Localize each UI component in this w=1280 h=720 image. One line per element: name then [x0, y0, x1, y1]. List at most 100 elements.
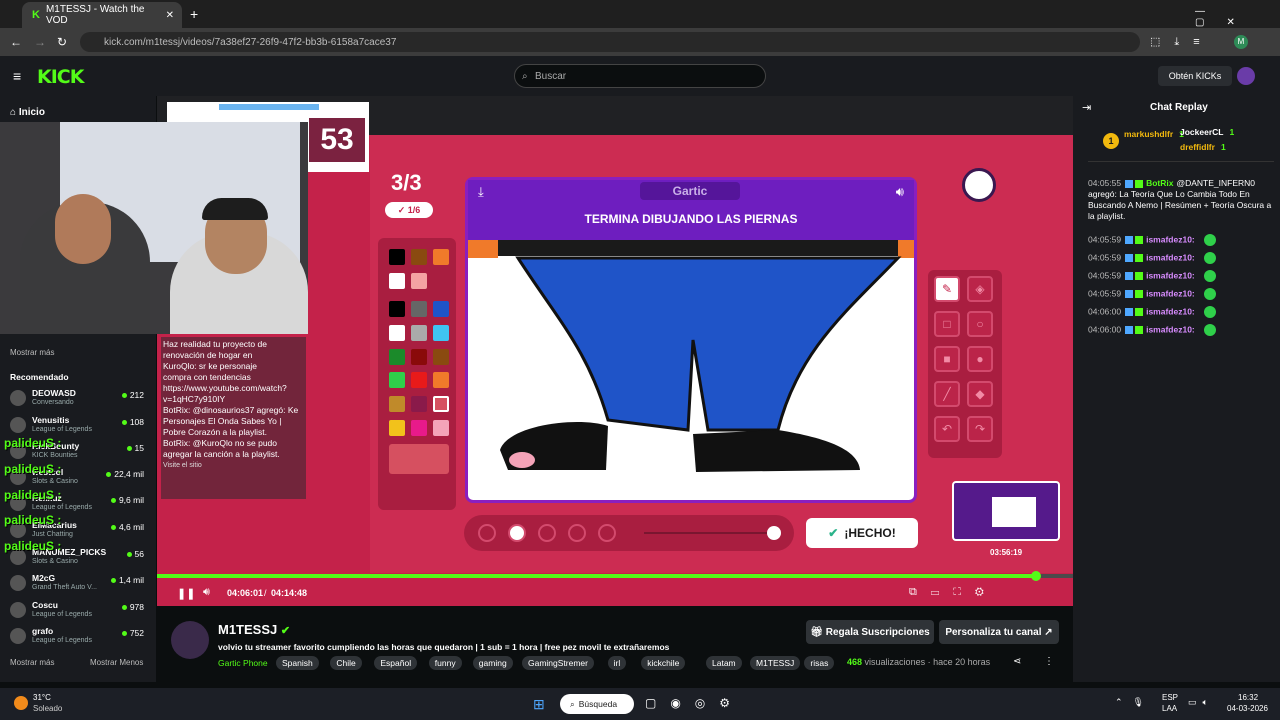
tool-button[interactable]: ◆: [967, 381, 993, 407]
tool-button[interactable]: ↶: [934, 416, 960, 442]
tool-button[interactable]: ●: [967, 346, 993, 372]
url-field[interactable]: kick.com/m1tessj/videos/7a38ef27-26f9-47…: [80, 32, 1140, 52]
chat-username[interactable]: ismafdez10:: [1146, 234, 1195, 244]
stream-tag[interactable]: M1TESSJ: [750, 656, 801, 670]
new-tab-button[interactable]: +: [190, 6, 198, 22]
sidebar-channel[interactable]: Venusitis League of Legends 108: [10, 415, 150, 437]
window-controls[interactable]: —▢✕: [1195, 6, 1280, 28]
done-button[interactable]: ✔ ¡HECHO!: [806, 518, 918, 548]
customize-channel-button[interactable]: Personaliza tu canal ↗: [939, 620, 1059, 644]
sidebar-channel[interactable]: DEOWASD Conversando 212: [10, 388, 150, 410]
reload-icon[interactable]: ↻: [57, 35, 67, 49]
tool-button[interactable]: ■: [934, 346, 960, 372]
taskbar-apps[interactable]: ▢◉◎⚙: [645, 696, 744, 710]
browser-tab[interactable]: K M1TESSJ - Watch the VOD ✕: [22, 2, 182, 28]
color-swatch[interactable]: [411, 301, 427, 317]
show-more-link-top[interactable]: Mostrar más: [10, 348, 54, 357]
color-swatch[interactable]: [389, 249, 405, 265]
profile-avatar[interactable]: M: [1234, 35, 1248, 49]
progress-knob[interactable]: [1031, 571, 1041, 581]
sidebar-channel[interactable]: Coscu League of Legends 978: [10, 600, 150, 622]
close-icon[interactable]: ✕: [166, 10, 174, 21]
color-swatch[interactable]: [389, 325, 405, 341]
brush-slider-track[interactable]: [644, 532, 774, 534]
menu-icon[interactable]: ≡: [13, 68, 21, 84]
user-avatar[interactable]: [1237, 67, 1255, 85]
channel-name[interactable]: M1TESSJ ✔: [218, 622, 290, 637]
color-swatch[interactable]: [433, 301, 449, 317]
color-swatch[interactable]: [389, 301, 405, 317]
tool-button[interactable]: ╱: [934, 381, 960, 407]
color-swatch[interactable]: [433, 396, 449, 412]
clock-time[interactable]: 16:32: [1238, 693, 1258, 702]
brush-size-option[interactable]: [478, 524, 496, 542]
chat-username[interactable]: ismafdez10:: [1146, 288, 1195, 298]
color-swatch[interactable]: [411, 420, 427, 436]
stream-tag[interactable]: Chile: [330, 656, 362, 670]
color-swatch[interactable]: [411, 325, 427, 341]
lang-indicator[interactable]: ESP: [1162, 693, 1178, 702]
color-swatch[interactable]: [389, 273, 405, 289]
stream-tag[interactable]: funny: [428, 656, 462, 670]
chat-username[interactable]: ismafdez10:: [1146, 270, 1195, 280]
top-gifter[interactable]: JockeerCL 1: [1180, 127, 1234, 137]
color-swatch[interactable]: [411, 273, 427, 289]
brush-slider-knob[interactable]: [767, 526, 781, 540]
chat-username[interactable]: ismafdez10:: [1146, 252, 1195, 262]
nav-forward-icon[interactable]: →: [34, 35, 46, 49]
color-swatch[interactable]: [389, 420, 405, 436]
chat-username[interactable]: ismafdez10:: [1146, 306, 1195, 316]
search-input[interactable]: ⌕ Buscar: [514, 64, 766, 88]
color-swatch[interactable]: [389, 396, 405, 412]
color-swatch[interactable]: [411, 372, 427, 388]
stream-tag[interactable]: irl: [607, 656, 627, 670]
clock-date[interactable]: 04-03-2026: [1227, 704, 1268, 713]
stream-tag[interactable]: kickchile: [641, 656, 686, 670]
show-more-link[interactable]: Mostrar más: [10, 658, 54, 667]
stream-tag[interactable]: Spanish: [276, 656, 319, 670]
kick-logo[interactable]: KICK: [37, 66, 84, 88]
volume-icon[interactable]: 🔊︎: [896, 184, 904, 200]
color-swatch[interactable]: [411, 249, 427, 265]
player-settings-icons[interactable]: ⧉▭⛶⚙: [909, 586, 998, 599]
stream-tag[interactable]: GamingStremer: [522, 656, 594, 670]
tool-button[interactable]: ↷: [967, 416, 993, 442]
brush-size-option[interactable]: [508, 524, 526, 542]
sidebar-channel[interactable]: M2cG Grand Theft Auto V... 1,4 mil: [10, 573, 150, 595]
tool-button[interactable]: □: [934, 311, 960, 337]
stream-tag[interactable]: Español: [374, 656, 418, 670]
show-less-link[interactable]: Mostrar Menos: [90, 658, 143, 667]
home-link[interactable]: ⌂ Inicio: [10, 107, 45, 118]
share-icon[interactable]: ⋖: [1013, 656, 1021, 667]
tool-button[interactable]: ○: [967, 311, 993, 337]
tray-network-icons[interactable]: ▭🔈︎: [1188, 697, 1214, 708]
gift-subs-button[interactable]: 🎁︎ Regala Suscripciones: [806, 620, 934, 644]
color-swatch[interactable]: [389, 372, 405, 388]
top-gifter[interactable]: dreffidlfr 1: [1180, 142, 1226, 152]
volume-control-icon[interactable]: 🔊︎: [203, 586, 210, 599]
brush-size-option[interactable]: [568, 524, 586, 542]
chat-username[interactable]: BotRix: [1146, 178, 1173, 188]
stream-tag[interactable]: risas: [804, 656, 835, 670]
get-kicks-button[interactable]: Obtén KICKs: [1158, 66, 1232, 86]
color-swatch[interactable]: [411, 396, 427, 412]
brush-size-option[interactable]: [538, 524, 556, 542]
color-swatch[interactable]: [433, 420, 449, 436]
color-swatch[interactable]: [389, 349, 405, 365]
more-options-icon[interactable]: ⋮: [1044, 656, 1054, 667]
download-icon[interactable]: ⤓: [478, 184, 484, 200]
pause-icon[interactable]: ❚❚: [177, 587, 195, 600]
taskbar-search[interactable]: ⌕ Búsqueda: [560, 694, 634, 714]
sidebar-channel[interactable]: grafo League of Legends 752: [10, 626, 150, 648]
nav-back-icon[interactable]: ←: [10, 35, 22, 49]
collapse-chat-icon[interactable]: ⇥: [1082, 101, 1091, 114]
category-link[interactable]: Gartic Phone: [218, 658, 268, 668]
color-swatch[interactable]: [411, 349, 427, 365]
color-swatch[interactable]: [433, 349, 449, 365]
browser-toolbar-icons[interactable]: ⬚⤓≡: [1150, 35, 1214, 49]
chat-username[interactable]: ismafdez10:: [1146, 324, 1195, 334]
brush-size-option[interactable]: [598, 524, 616, 542]
channel-avatar[interactable]: [171, 621, 209, 659]
tool-button[interactable]: ✎: [934, 276, 960, 302]
tool-button[interactable]: ◈: [967, 276, 993, 302]
